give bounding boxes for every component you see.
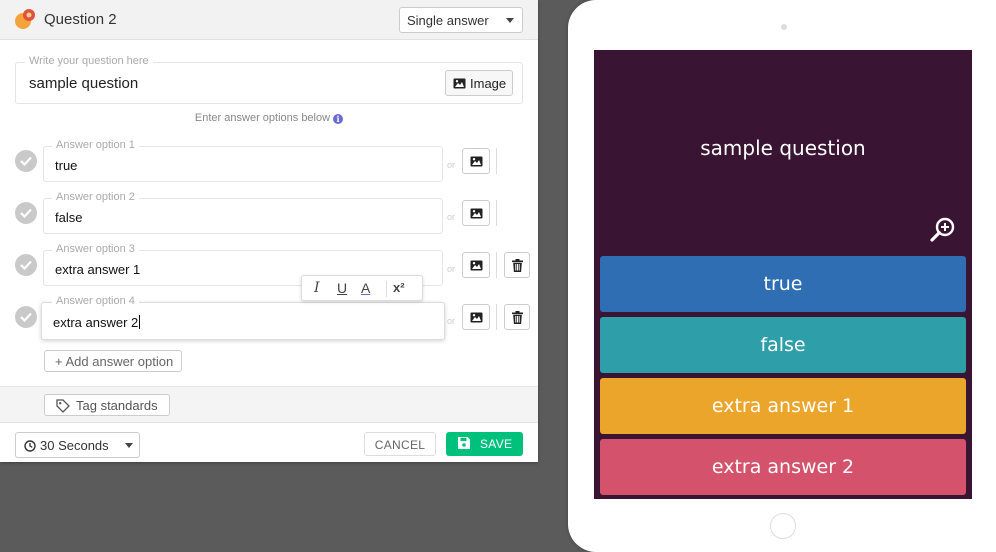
- text-format-toolbar: I U A x² ···: [301, 275, 423, 301]
- answer-option-text: extra answer 2: [53, 315, 141, 330]
- check-circle-icon[interactable]: [15, 150, 37, 172]
- italic-button[interactable]: I: [314, 280, 320, 296]
- info-icon[interactable]: i: [333, 114, 344, 124]
- editor-header: Question 2 Single answer: [0, 0, 538, 40]
- answers-hint-text: Enter answer options below: [194, 112, 331, 124]
- answer-image-button[interactable]: [462, 148, 490, 174]
- editor-footer: 30 Seconds CANCEL SAVE: [0, 422, 538, 462]
- check-circle-icon[interactable]: [15, 254, 37, 276]
- delete-option-button[interactable]: [504, 304, 530, 330]
- image-icon: [470, 260, 483, 271]
- tag-standards-bar: Tag standards: [0, 386, 538, 422]
- answer-image-button[interactable]: [462, 200, 490, 226]
- divider: [496, 252, 497, 278]
- time-limit-value: 30 Seconds: [40, 438, 109, 453]
- superscript-button[interactable]: x²: [393, 280, 405, 295]
- answer-option-legend: Answer option 2: [52, 191, 139, 203]
- floppy-icon: [458, 437, 470, 449]
- answer-image-button[interactable]: [462, 304, 490, 330]
- question-type-select[interactable]: Single answer: [399, 7, 523, 33]
- answer-option-row: Answer option 4 extra answer 2 or: [0, 290, 538, 342]
- preview-screen: sample question true false extra answer …: [594, 50, 972, 499]
- question-type-value: Single answer: [407, 13, 489, 28]
- add-image-button[interactable]: Image: [445, 70, 513, 96]
- toolbar-divider: [386, 281, 387, 297]
- add-answer-option-button[interactable]: + Add answer option: [44, 350, 182, 372]
- or-label: or: [447, 160, 456, 170]
- image-icon: [453, 78, 466, 89]
- or-label: or: [447, 264, 456, 274]
- answer-option-input[interactable]: [43, 146, 443, 182]
- answer-option-text: extra answer 1: [55, 262, 141, 277]
- answer-option-legend: Answer option 3: [52, 243, 139, 255]
- answer-option-row: Answer option 2 false or: [0, 186, 538, 238]
- question-editor-panel: Question 2 Single answer Write your ques…: [0, 0, 538, 462]
- preview-answer-4[interactable]: extra answer 2: [600, 439, 966, 495]
- answer-option-legend: Answer option 4: [52, 295, 139, 307]
- cancel-button[interactable]: CANCEL: [364, 432, 436, 456]
- image-icon: [470, 208, 483, 219]
- chevron-down-icon: [125, 443, 133, 448]
- delete-option-button[interactable]: [504, 252, 530, 278]
- answer-option-input[interactable]: [43, 198, 443, 234]
- zoom-in-icon[interactable]: [930, 216, 956, 242]
- answer-option-row: Answer option 3 extra answer 1 or: [0, 238, 538, 290]
- image-icon: [470, 156, 483, 167]
- chevron-down-icon: [506, 18, 514, 23]
- tag-icon: [56, 399, 70, 413]
- check-circle-icon[interactable]: [15, 306, 37, 328]
- quiz-logo-icon: [15, 9, 35, 29]
- answers-hint: Enter answer options below i: [0, 112, 538, 124]
- tablet-home-button: [770, 513, 796, 539]
- trash-icon: [512, 311, 523, 324]
- tag-standards-button[interactable]: Tag standards: [44, 394, 170, 416]
- underline-button[interactable]: U: [337, 280, 347, 296]
- clock-icon: [24, 440, 36, 452]
- tag-standards-label: Tag standards: [76, 398, 158, 413]
- divider: [496, 304, 497, 330]
- preview-answer-2[interactable]: false: [600, 317, 966, 373]
- preview-answer-3[interactable]: extra answer 1: [600, 378, 966, 434]
- or-label: or: [447, 316, 456, 326]
- tablet-preview: sample question true false extra answer …: [568, 0, 996, 552]
- image-icon: [470, 312, 483, 323]
- answer-option-text: false: [55, 210, 83, 225]
- preview-question: sample question: [700, 136, 866, 160]
- save-button[interactable]: SAVE: [446, 432, 523, 456]
- text-cursor: [139, 315, 141, 329]
- check-circle-icon[interactable]: [15, 202, 37, 224]
- preview-answer-1[interactable]: true: [600, 256, 966, 312]
- question-title: Question 2: [44, 11, 117, 28]
- divider: [496, 148, 497, 174]
- question-input-text: sample question: [29, 75, 139, 92]
- save-label: SAVE: [480, 437, 513, 451]
- answer-option-text: true: [55, 158, 78, 173]
- answer-image-button[interactable]: [462, 252, 490, 278]
- add-image-label: Image: [470, 76, 507, 91]
- or-label: or: [447, 212, 456, 222]
- divider: [496, 200, 497, 226]
- tablet-camera: [781, 24, 787, 30]
- time-limit-select[interactable]: 30 Seconds: [15, 432, 140, 458]
- trash-icon: [512, 259, 523, 272]
- answer-option-value: extra answer 2: [53, 315, 139, 330]
- answer-option-row: Answer option 1 true or: [0, 134, 538, 186]
- answer-option-legend: Answer option 1: [52, 139, 139, 151]
- text-color-button[interactable]: A: [361, 280, 370, 296]
- question-input-legend: Write your question here: [25, 55, 153, 67]
